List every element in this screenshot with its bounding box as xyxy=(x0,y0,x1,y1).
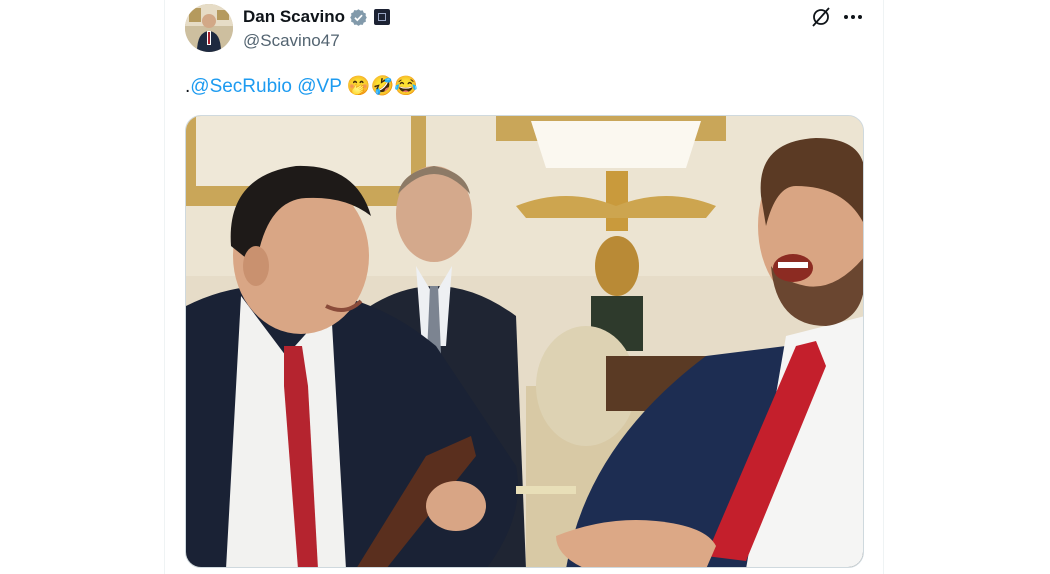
author-handle[interactable]: @Scavino47 xyxy=(243,31,340,51)
tweet-text: .@SecRubio @VP 🤭🤣😂 xyxy=(185,74,418,98)
mention-secrubio[interactable]: @SecRubio xyxy=(190,76,292,97)
mention-vp[interactable]: @VP xyxy=(297,76,341,97)
affiliate-badge-icon[interactable] xyxy=(374,9,391,25)
more-dots-icon[interactable] xyxy=(842,6,864,28)
tweet-card: Dan Scavino @Scavino47 .@SecRubio @VP 🤭🤣… xyxy=(164,0,884,574)
avatar[interactable] xyxy=(185,4,233,52)
emoji-tears-of-joy: 😂 xyxy=(394,76,418,97)
author-name[interactable]: Dan Scavino xyxy=(243,7,345,27)
verified-badge-icon[interactable] xyxy=(349,8,368,27)
emoji-rofl: 🤣 xyxy=(370,76,395,97)
grok-icon[interactable] xyxy=(810,6,832,28)
tweet-photo[interactable] xyxy=(185,115,864,568)
emoji-hand-over-mouth: 🤭 xyxy=(346,76,371,97)
